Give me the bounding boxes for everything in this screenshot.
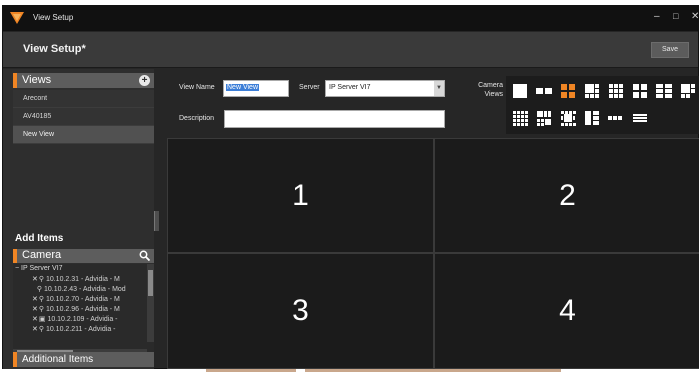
tree-item-camera[interactable]: ✕⚲ 10.10.2.211 - Advidia - [32, 325, 144, 333]
camera-icon: ⚲ [38, 306, 46, 313]
view-list: Arecont AV40185 New View [13, 90, 154, 144]
camera-icon: ⚲ [38, 276, 46, 283]
layout-1x3-icon[interactable] [607, 109, 625, 127]
view-cell[interactable]: 4 [435, 254, 699, 368]
tree-item-camera[interactable]: ⚲ 10.10.2.43 - Advidia - Mod [32, 285, 144, 293]
layout-1plus5-icon[interactable] [583, 82, 601, 100]
view-item-av40185[interactable]: AV40185 [13, 108, 154, 126]
layout-5x5-icon[interactable] [511, 109, 529, 127]
layout-1x2-icon[interactable] [535, 82, 553, 100]
window-title: View Setup [33, 13, 74, 22]
camera-views-label-line1: Camera [478, 82, 503, 89]
add-items-title: Add Items [15, 233, 64, 244]
camera-label: 10.10.2.109 - Advidia - [47, 316, 118, 323]
tree-item-camera[interactable]: ✕⚲ 10.10.2.70 - Advidia - M [32, 295, 144, 303]
scrollbar-thumb[interactable] [148, 270, 153, 296]
description-input[interactable] [224, 110, 445, 128]
tree-item-camera[interactable]: ✕⚲ 10.10.2.31 - Advidia - M [32, 275, 144, 283]
layout-1plus7-icon[interactable] [679, 82, 697, 100]
tree-item-camera[interactable]: ✕⚲ 10.10.2.96 - Advidia - M [32, 305, 144, 313]
tree-item-camera[interactable]: ✕▣ 10.10.2.109 - Advidia - [32, 315, 144, 323]
remove-icon: ✕ [32, 316, 38, 323]
camera-label: 10.10.2.70 - Advidia - M [45, 296, 120, 303]
layout-2x2-icon[interactable] [559, 82, 577, 100]
page-title: View Setup* [23, 43, 86, 55]
remove-icon: ✕ [32, 276, 38, 283]
layout-3x3-icon[interactable] [607, 82, 625, 100]
view-item-new-view[interactable]: New View [13, 126, 154, 144]
server-label: Server [299, 84, 320, 91]
layout-2plus8-icon[interactable] [535, 109, 553, 127]
camera-icon: ⚲ [38, 296, 46, 303]
view-cell[interactable]: 1 [168, 139, 433, 252]
server-value: IP Server VI7 [329, 84, 371, 91]
layout-4x4-icon[interactable] [655, 82, 673, 100]
view-cell[interactable]: 2 [435, 139, 699, 252]
cell-number: 4 [559, 294, 576, 327]
close-button[interactable]: ✕ [691, 11, 699, 22]
layout-2x2-alt-icon[interactable] [631, 82, 649, 100]
camera-label: 10.10.2.96 - Advidia - M [45, 306, 120, 313]
remove-icon: ✕ [32, 306, 38, 313]
camera-label: 10.10.2.211 - Advidia - [45, 326, 116, 333]
cell-number: 1 [292, 178, 309, 212]
camera-section-header[interactable]: Camera [13, 249, 154, 263]
camera-views-layout-picker [506, 76, 699, 134]
chevron-down-icon: ▼ [434, 81, 444, 96]
camera-icon: ⚲ [38, 326, 46, 333]
camera-icon: ⚲ [36, 286, 44, 293]
additional-items-header[interactable]: Additional Items [13, 352, 154, 367]
spacer-icon [32, 286, 36, 293]
maximize-button[interactable]: □ [673, 11, 678, 21]
camera-label: 10.10.2.31 - Advidia - M [45, 276, 120, 283]
view-cell[interactable]: 3 [168, 254, 433, 368]
title-bar: View Setup – □ ✕ [3, 6, 699, 31]
minimize-button[interactable]: – [654, 11, 660, 22]
layout-3x1-icon[interactable] [631, 109, 649, 127]
layout-1plus12-icon[interactable] [559, 109, 577, 127]
sidebar-collapse-handle[interactable] [154, 211, 159, 231]
tree-root-server[interactable]: − IP Server VI7 [15, 265, 63, 272]
page-header: View Setup* Save [3, 32, 698, 68]
view-item-arecont[interactable]: Arecont [13, 90, 154, 108]
view-setup-window: View Setup – □ ✕ View Setup* Save Views … [2, 5, 699, 369]
remove-icon: ✕ [32, 326, 38, 333]
cell-number: 3 [292, 294, 309, 327]
tree-vertical-scrollbar[interactable] [147, 264, 154, 342]
camera-views-label-line2: Views [484, 91, 503, 98]
view-grid: 1 2 3 4 [167, 138, 699, 369]
camera-label: Camera [22, 249, 62, 261]
views-label: Views [22, 74, 52, 86]
server-select[interactable]: IP Server VI7 ▼ [325, 80, 445, 97]
camera-label: 10.10.2.43 - Advidia - Mod [43, 286, 126, 293]
view-name-input[interactable]: New View [223, 80, 289, 97]
search-icon[interactable] [139, 250, 150, 261]
additional-items-label: Additional Items [22, 354, 94, 365]
cell-number: 2 [559, 178, 576, 212]
remove-icon: ✕ [32, 296, 38, 303]
layout-3x4-icon[interactable] [583, 109, 601, 127]
camera-views-label: Camera Views [469, 81, 503, 99]
save-button[interactable]: Save [651, 42, 689, 58]
description-label: Description [179, 115, 215, 122]
add-view-icon[interactable]: + [139, 75, 150, 86]
app-logo-icon [10, 12, 24, 24]
view-name-label: View Name [179, 84, 215, 91]
camera-tree: − IP Server VI7 ✕⚲ 10.10.2.31 - Advidia … [13, 264, 154, 354]
view-name-value: New View [226, 84, 259, 91]
sidebar: Views + Arecont AV40185 New View Add Ite… [3, 69, 154, 369]
layout-1x1-icon[interactable] [511, 82, 529, 100]
views-section-header: Views + [13, 73, 154, 88]
